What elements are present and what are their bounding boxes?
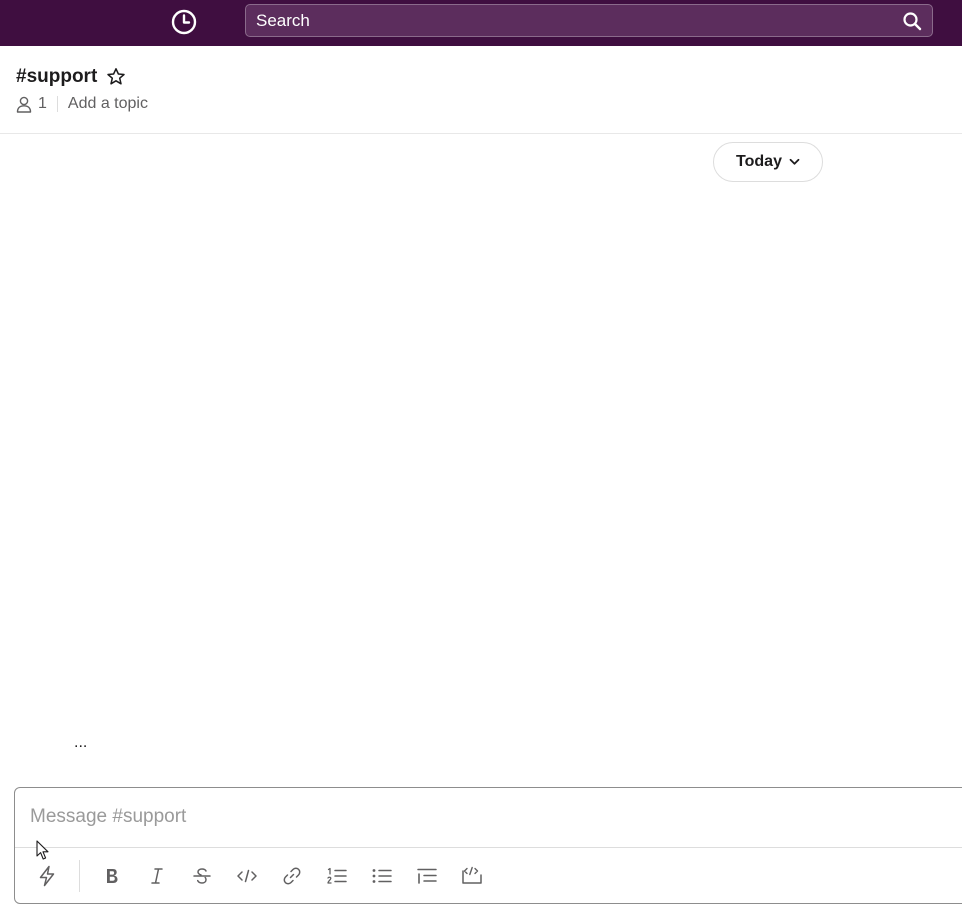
ordered-list-button[interactable] [319, 858, 355, 894]
star-button[interactable] [106, 67, 126, 87]
bulleted-list-icon [372, 869, 392, 883]
message-composer: Message #support [14, 787, 962, 904]
search-icon [902, 11, 922, 31]
message-input[interactable]: Message #support [15, 788, 962, 848]
search-label: Search [256, 10, 310, 30]
meta-divider [56, 96, 58, 112]
typing-indicator: ... [74, 734, 88, 751]
strikethrough-button[interactable] [184, 858, 220, 894]
code-block-button[interactable] [454, 858, 490, 894]
history-button[interactable] [169, 7, 198, 36]
shortcuts-button[interactable] [29, 858, 65, 894]
link-icon [283, 867, 301, 885]
channel-name[interactable]: #support [16, 66, 97, 88]
strikethrough-icon [193, 868, 211, 884]
blockquote-icon [417, 868, 437, 884]
chevron-down-icon [789, 158, 800, 166]
star-outline-icon [107, 68, 126, 85]
top-bar: Search [0, 0, 962, 46]
member-count: 1 [38, 95, 47, 112]
date-divider-button[interactable]: Today [713, 142, 823, 182]
message-pane: Today ... [0, 134, 962, 784]
lightning-icon [39, 865, 55, 887]
code-button[interactable] [229, 858, 265, 894]
channel-header: #support 1 Add a topic [0, 46, 962, 134]
code-icon [237, 869, 257, 883]
add-topic-link[interactable]: Add a topic [68, 95, 148, 113]
toolbar-divider [79, 860, 80, 892]
channel-meta: 1 Add a topic [16, 95, 148, 113]
bulleted-list-button[interactable] [364, 858, 400, 894]
clock-icon [171, 9, 196, 34]
blockquote-button[interactable] [409, 858, 445, 894]
italic-icon [151, 868, 163, 884]
bold-icon [107, 869, 118, 883]
link-button[interactable] [274, 858, 310, 894]
member-count-button[interactable]: 1 [16, 95, 47, 113]
search-bar[interactable]: Search [245, 4, 933, 37]
channel-title-row: #support [16, 66, 126, 88]
ordered-list-icon [327, 867, 347, 884]
italic-button[interactable] [139, 858, 175, 894]
date-divider-label: Today [736, 153, 782, 170]
person-icon [16, 96, 32, 113]
formatting-toolbar [29, 858, 499, 894]
code-block-icon [462, 866, 482, 884]
bold-button[interactable] [94, 858, 130, 894]
